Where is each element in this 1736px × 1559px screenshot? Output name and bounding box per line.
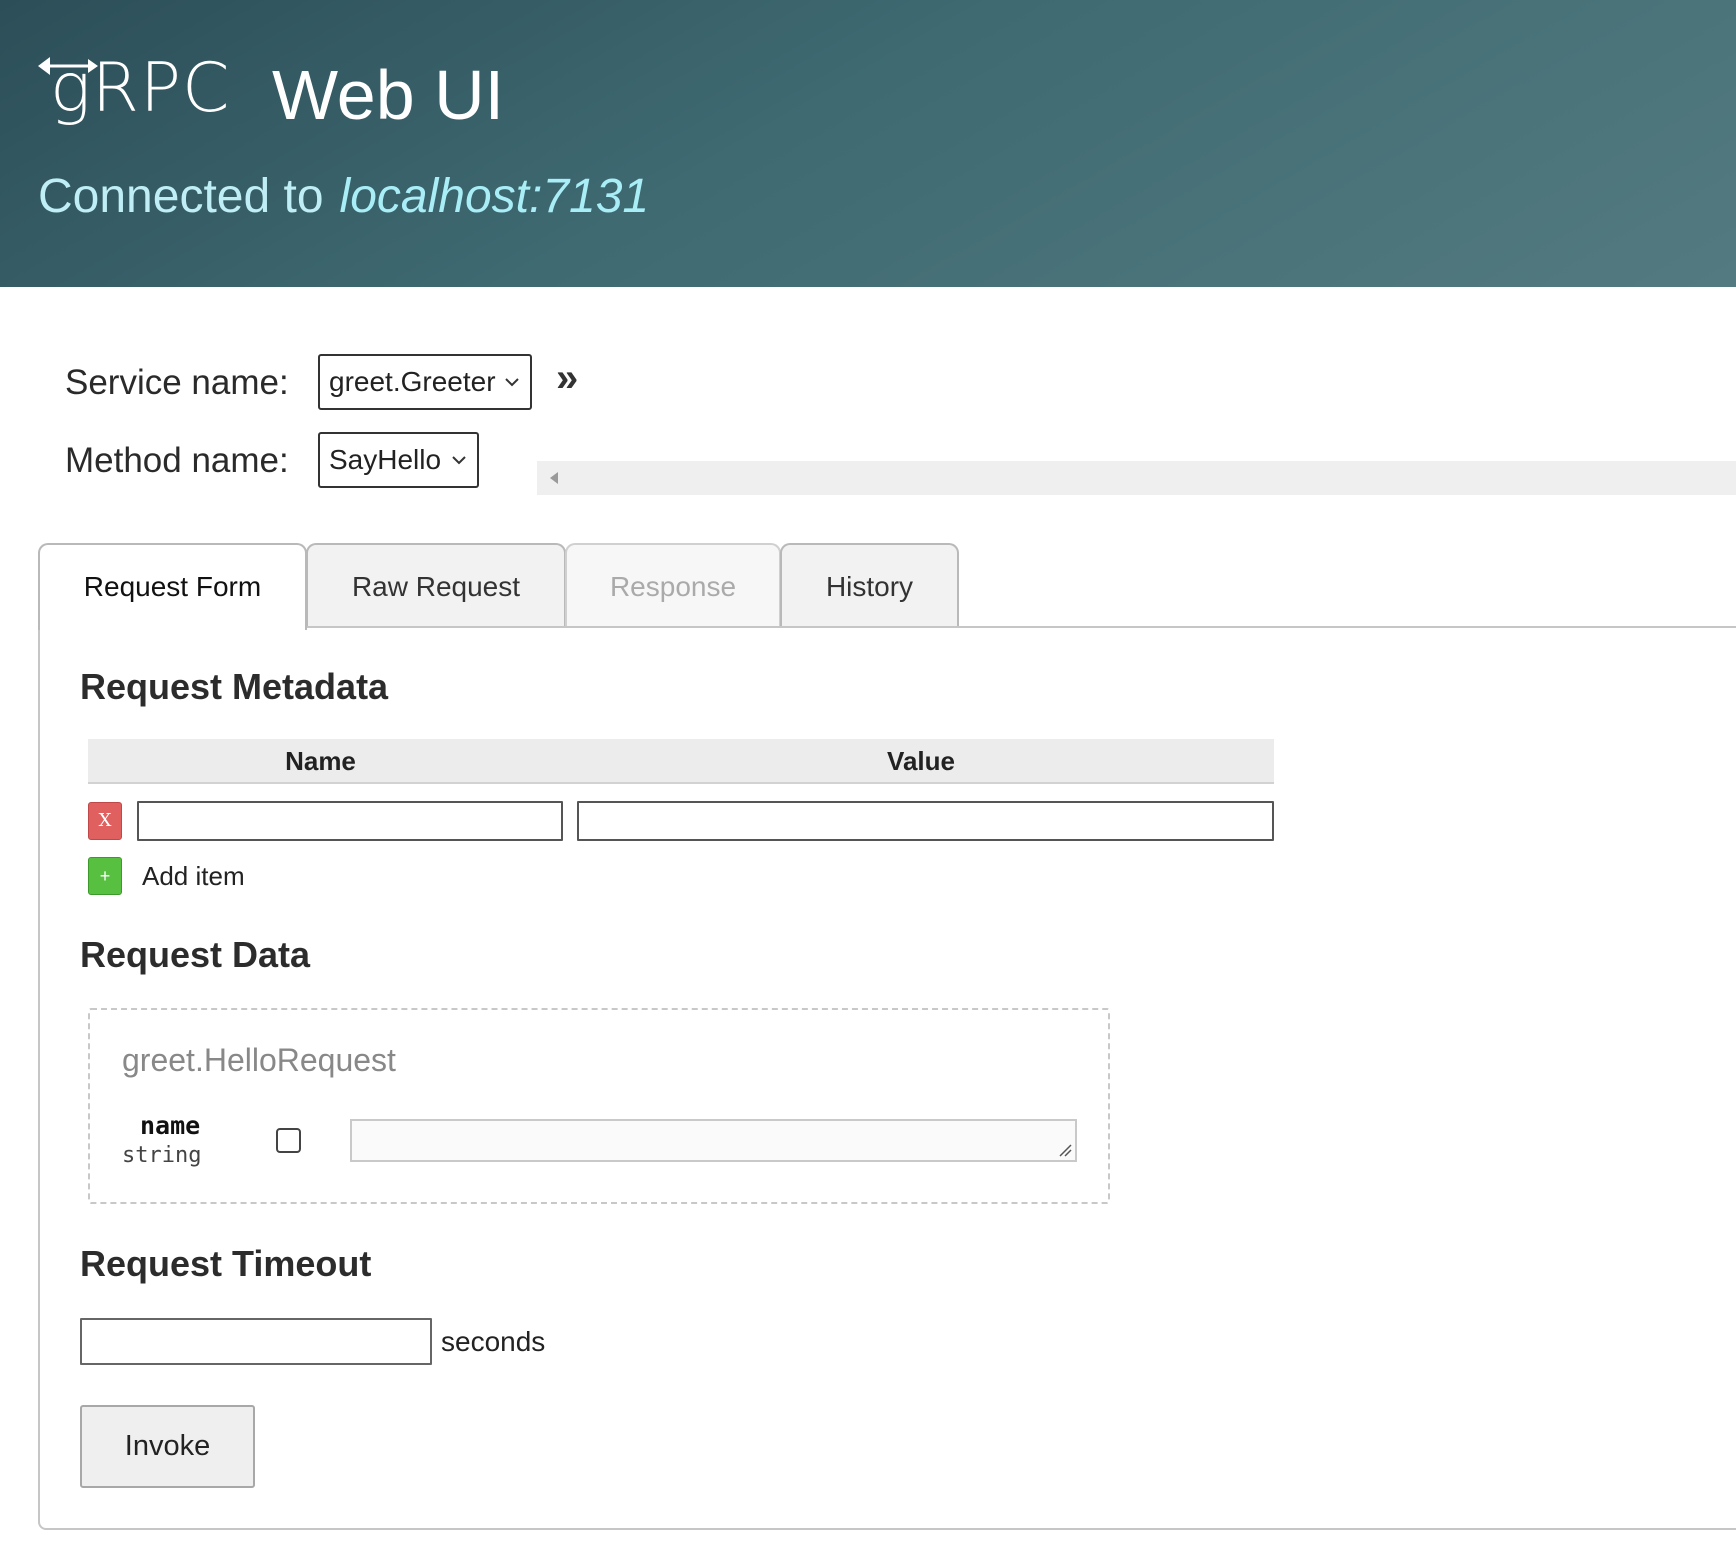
message-type-title: greet.HelloRequest [122, 1042, 396, 1078]
remove-item-button[interactable]: X [88, 802, 122, 840]
expand-button[interactable]: » [556, 356, 578, 400]
add-item-label[interactable]: Add item [142, 858, 245, 894]
method-name-label: Method name: [65, 441, 289, 480]
method-select-value: SayHello [329, 444, 442, 475]
service-select-value: greet.Greeter [329, 366, 496, 397]
request-timeout-title: Request Timeout [80, 1243, 372, 1284]
service-name-label: Service name: [65, 363, 289, 402]
horizontal-scrollbar[interactable] [537, 461, 1736, 495]
connected-host: localhost:7131 [339, 170, 650, 223]
app-header: gRPC Web UI Connected to localhost:7131 [0, 0, 1736, 287]
metadata-table-header: Name Value [88, 739, 1274, 784]
chevron-down-icon [505, 378, 519, 387]
tab-response: Response [565, 543, 781, 628]
resize-grip-icon[interactable] [1058, 1143, 1072, 1157]
field-name-label: name [140, 1111, 201, 1140]
metadata-column-value: Value [887, 746, 955, 776]
field-value-textarea[interactable] [350, 1119, 1077, 1162]
double-chevron-right-icon: » [556, 356, 579, 400]
page-title: Web UI [272, 56, 505, 134]
connection-status: Connected to localhost:7131 [38, 168, 649, 226]
scroll-left-arrow-icon[interactable] [549, 471, 559, 485]
logo-text: gRPC [50, 49, 231, 128]
field-null-checkbox[interactable] [276, 1128, 301, 1153]
service-select[interactable]: greet.Greeter [318, 354, 532, 410]
tab-raw-request[interactable]: Raw Request [306, 543, 566, 628]
tab-history[interactable]: History [780, 543, 959, 628]
method-select[interactable]: SayHello [318, 432, 479, 488]
invoke-button[interactable]: Invoke [80, 1405, 255, 1488]
chevron-down-icon [452, 456, 466, 465]
grpc-logo: gRPC [38, 46, 248, 136]
request-metadata-title: Request Metadata [80, 666, 389, 707]
metadata-value-input[interactable] [577, 801, 1274, 841]
metadata-name-input[interactable] [137, 801, 563, 841]
request-data-title: Request Data [80, 934, 311, 975]
tab-request-form[interactable]: Request Form [38, 543, 307, 630]
add-item-button[interactable]: + [88, 857, 122, 895]
field-type-label: string [122, 1143, 202, 1168]
timeout-input[interactable] [80, 1318, 432, 1365]
timeout-unit-label: seconds [441, 1326, 546, 1357]
metadata-column-name: Name [285, 746, 356, 776]
request-data-box [88, 1008, 1110, 1204]
connected-label: Connected to [38, 170, 324, 223]
